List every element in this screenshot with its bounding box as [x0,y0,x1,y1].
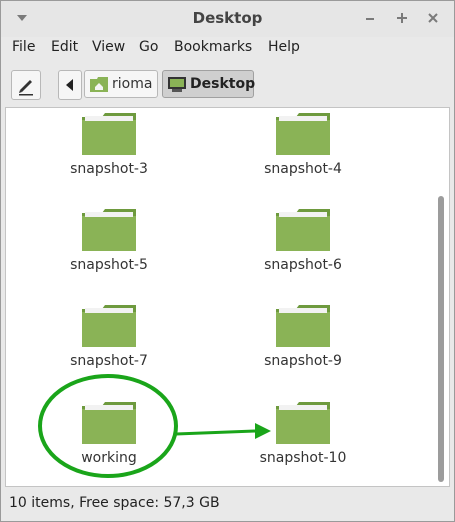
menu-bar: File Edit View Go Bookmarks Help [1,37,454,61]
folder-item[interactable]: snapshot-4 [243,111,363,177]
menu-help[interactable]: Help [268,39,300,55]
folder-item[interactable]: snapshot-9 [243,303,363,369]
folder-item[interactable]: snapshot-5 [49,207,169,273]
folder-name: snapshot-7 [70,353,148,369]
back-button[interactable] [58,70,82,100]
menu-edit[interactable]: Edit [51,39,78,55]
folder-icon [82,402,136,444]
menu-file[interactable]: File [12,39,35,55]
title-bar[interactable]: Desktop [1,1,454,37]
folder-item[interactable]: snapshot-7 [49,303,169,369]
breadcrumb-desktop[interactable]: Desktop [162,70,256,98]
breadcrumb-home-label: rioma [112,76,153,92]
folder-name: working [81,450,137,466]
folder-name: snapshot-4 [264,161,342,177]
folder-name: snapshot-6 [264,257,342,273]
left-arrow-icon [66,79,73,91]
window-title: Desktop [192,9,263,27]
file-manager-window: Desktop File Edit View Go Bookmarks Help [0,0,455,522]
scrollbar-thumb[interactable] [438,196,444,482]
home-folder-icon [90,77,108,92]
pencil-icon [19,80,33,96]
folder-icon [276,305,330,347]
maximize-icon[interactable] [393,9,411,27]
close-icon[interactable] [424,9,442,27]
breadcrumb-home[interactable]: rioma [84,70,158,98]
menu-go[interactable]: Go [139,39,158,55]
folder-name: snapshot-10 [259,450,347,466]
folder-icon [276,209,330,251]
folder-item[interactable]: snapshot-6 [243,207,363,273]
folder-item[interactable]: snapshot-3 [49,111,169,177]
vertical-scrollbar[interactable] [433,108,449,486]
folder-item[interactable]: snapshot-10 [243,400,363,466]
folder-item-working[interactable]: working [49,400,169,466]
folder-icon [276,113,330,155]
desktop-icon [168,77,186,92]
folder-icon [276,402,330,444]
menu-bookmarks[interactable]: Bookmarks [174,39,252,55]
folder-name: snapshot-9 [264,353,342,369]
folder-icon [82,113,136,155]
minimize-icon[interactable] [361,9,379,27]
folder-name: snapshot-5 [70,257,148,273]
status-text: 10 items, Free space: 57,3 GB [9,495,220,511]
folder-name: snapshot-3 [70,161,148,177]
folder-icon [82,305,136,347]
menu-view[interactable]: View [92,39,125,55]
toolbar: rioma Desktop [1,61,454,107]
edit-location-button[interactable] [11,70,41,100]
status-bar: 10 items, Free space: 57,3 GB [1,489,454,521]
folder-icon [82,209,136,251]
breadcrumb-desktop-label: Desktop [190,76,256,92]
